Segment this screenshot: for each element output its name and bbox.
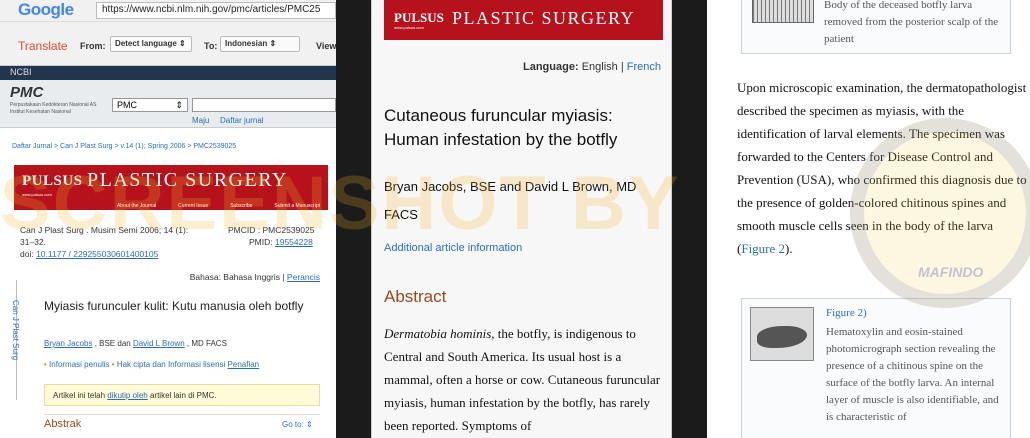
- plus-icon: •: [44, 360, 47, 369]
- view-label: View:: [316, 41, 336, 51]
- pulsus-logo: PULSUS: [22, 173, 83, 189]
- ncbi-logo[interactable]: NCBI: [10, 67, 32, 77]
- pmid-link[interactable]: 19554228: [275, 237, 313, 247]
- journal-banner[interactable]: PULSUS PLASTIC SURGERY www.pulsus.com: [384, 0, 663, 40]
- cited-by-link[interactable]: dikutip oleh: [107, 391, 147, 400]
- database-value: PMC: [117, 100, 137, 110]
- pmc-translated-page: Google https://www.ncbi.nlm.nih.gov/pmc/…: [0, 0, 336, 438]
- author-link-2[interactable]: David L Brown: [133, 339, 185, 348]
- goto-label: Go to:: [282, 420, 304, 429]
- authors-suffix: , MD FACS: [184, 339, 227, 348]
- abstract-body: , the botfly, is indigenous to Central a…: [384, 326, 661, 433]
- language-switch: Bahasa: Bahasa Inggris | Perancis: [190, 272, 320, 282]
- abstract-heading: Abstrak: [44, 418, 82, 430]
- pmcid: PMCID : PMC2539025: [228, 225, 315, 235]
- journal-list-link[interactable]: Daftar jurnal: [220, 116, 264, 125]
- note-suffix: artikel lain di PMC.: [147, 391, 217, 400]
- from-label: From:: [80, 41, 106, 51]
- language-french-link[interactable]: Perancis: [287, 272, 320, 282]
- pmid: PMID: 19554228: [228, 236, 314, 248]
- body-paragraph: Upon microscopic examination, the dermat…: [737, 76, 1027, 260]
- url-field[interactable]: https://www.ncbi.nlm.nih.gov/pmc/article…: [96, 2, 336, 19]
- citation: Can J Plast Surg . Musim Semi 2006; 14 (…: [20, 224, 220, 260]
- figure-2-caption: Hematoxylin and eosin-stained photomicro…: [826, 326, 999, 423]
- author-info-link[interactable]: Informasi penulis: [49, 360, 109, 369]
- plus-icon: •: [111, 360, 115, 369]
- pmc-subtitle: Perpustakaan Kedokteran Nasional AS Inst…: [10, 102, 97, 115]
- body-text: Upon microscopic examination, the dermat…: [737, 80, 1027, 256]
- larva-photo[interactable]: [752, 0, 814, 23]
- figure-2-link[interactable]: Figure 2: [741, 241, 785, 256]
- goto-menu[interactable]: Go to: ⇕: [282, 420, 313, 429]
- banner-site: www.pulsus.com: [22, 192, 52, 197]
- pulsus-logo: PULSUS: [394, 10, 444, 25]
- language-label: Language:: [523, 61, 579, 73]
- cited-by-note: Artikel ini telah dikutip oleh artikel l…: [44, 384, 320, 406]
- author-link-1[interactable]: Bryan Jacobs: [44, 339, 92, 348]
- maju-link[interactable]: Maju: [192, 116, 209, 125]
- banner-nav: About the Journal Current Issue Subscrib…: [14, 202, 328, 210]
- translate-title: Translate: [18, 39, 68, 53]
- note-prefix: Artikel ini telah: [53, 391, 108, 400]
- abstract-text: Dermatobia hominis, the botfly, is indig…: [384, 322, 666, 437]
- authors[interactable]: Bryan Jacobs, BSE and David L Brown, MD …: [384, 173, 664, 229]
- abstract-heading: Abstract: [384, 287, 447, 306]
- additional-info-link[interactable]: Additional article information: [384, 242, 522, 254]
- doi: doi: 10.1177 / 229255030601400105: [20, 248, 220, 260]
- figure-2-title[interactable]: Figure 2): [826, 307, 867, 319]
- divider: [44, 414, 320, 415]
- body-end: ).: [785, 241, 793, 256]
- database-select[interactable]: PMC ⇕: [112, 98, 188, 112]
- doi-link[interactable]: 10.1177 / 229255030601400105: [36, 249, 158, 259]
- article-title: Cutaneous furuncular myiasis: Human infe…: [384, 106, 618, 149]
- banner-nav-subscribe[interactable]: Subscribe: [230, 203, 252, 209]
- article-title: Myiasis furunculer kulit: Kutu manusia o…: [44, 299, 304, 313]
- side-journal-label[interactable]: Can J Plast Surg: [8, 300, 20, 390]
- translate-bar: Translate From: Detect language ⇕ To: In…: [0, 22, 336, 66]
- figure-2-box[interactable]: Figure 2) Hematoxylin and eosin-stained …: [741, 298, 1011, 438]
- pmc-header: PMC Perpustakaan Kedokteran Nasional AS …: [0, 80, 336, 128]
- ncbi-bar: NCBI: [0, 66, 336, 80]
- to-label: To:: [204, 41, 218, 51]
- browser-bar: Google https://www.ncbi.nlm.nih.gov/pmc/…: [0, 0, 336, 22]
- language-switch: Language: English | French: [523, 61, 661, 73]
- to-language-select[interactable]: Indonesian ⇕: [220, 36, 300, 52]
- banner-nav-current[interactable]: Current Issue: [178, 203, 208, 209]
- to-language-value: Indonesian: [225, 39, 268, 48]
- google-logo[interactable]: Google: [18, 0, 74, 20]
- banner-nav-about[interactable]: About the Journal: [117, 203, 156, 209]
- micrograph-thumbnail[interactable]: [750, 307, 814, 361]
- language-label: Bahasa: Bahasa Inggris |: [189, 272, 287, 282]
- species-name: Dermatobia hominis: [384, 326, 492, 341]
- article-body-page: Body of the deceased botfly larva remove…: [707, 0, 1030, 438]
- chevron-down-icon: ⇕: [306, 420, 313, 429]
- pmc-logo[interactable]: PMC: [10, 84, 43, 101]
- citation-ids: PMCID : PMC2539025 PMID: 19554228: [228, 224, 314, 248]
- authors-joiner: , BSE dan: [92, 339, 133, 348]
- mobile-article-page: PULSUS PLASTIC SURGERY www.pulsus.com La…: [371, 0, 672, 438]
- journal-name: PLASTIC SURGERY: [452, 8, 636, 28]
- language-separator: |: [620, 61, 624, 73]
- language-english: English: [581, 61, 618, 73]
- from-language-select[interactable]: Detect language ⇕: [110, 36, 192, 52]
- citation-line1: Can J Plast Surg . Musim Semi 2006; 14 (…: [20, 225, 189, 235]
- banner-nav-submit[interactable]: Submit a Manuscript: [274, 203, 320, 209]
- disclaimer-link[interactable]: Penafian: [228, 360, 260, 369]
- info-links: • Informasi penulis • Hak cipta dan Info…: [44, 360, 259, 369]
- journal-name: PLASTIC SURGERY: [87, 169, 288, 191]
- search-input[interactable]: [192, 98, 336, 112]
- chevron-down-icon: ⇕: [175, 100, 183, 110]
- figure-1-caption: Body of the deceased botfly larva remove…: [824, 0, 999, 45]
- copyright-info-link[interactable]: Hak cipta dan Informasi lisensi: [117, 360, 226, 369]
- figure-1-box[interactable]: Body of the deceased botfly larva remove…: [741, 0, 1011, 54]
- breadcrumb[interactable]: Daftar Jurnal > Can J Plast Surg > v.14 …: [12, 143, 236, 150]
- citation-line2: 31–32.: [20, 237, 46, 247]
- doi-label: doi:: [20, 249, 37, 259]
- authors: Bryan Jacobs , BSE dan David L Brown , M…: [44, 339, 227, 348]
- banner-site: www.pulsus.com: [394, 25, 424, 30]
- from-language-value: Detect language: [115, 39, 177, 48]
- language-french-link[interactable]: French: [627, 61, 661, 73]
- pmid-label: PMID:: [249, 237, 275, 247]
